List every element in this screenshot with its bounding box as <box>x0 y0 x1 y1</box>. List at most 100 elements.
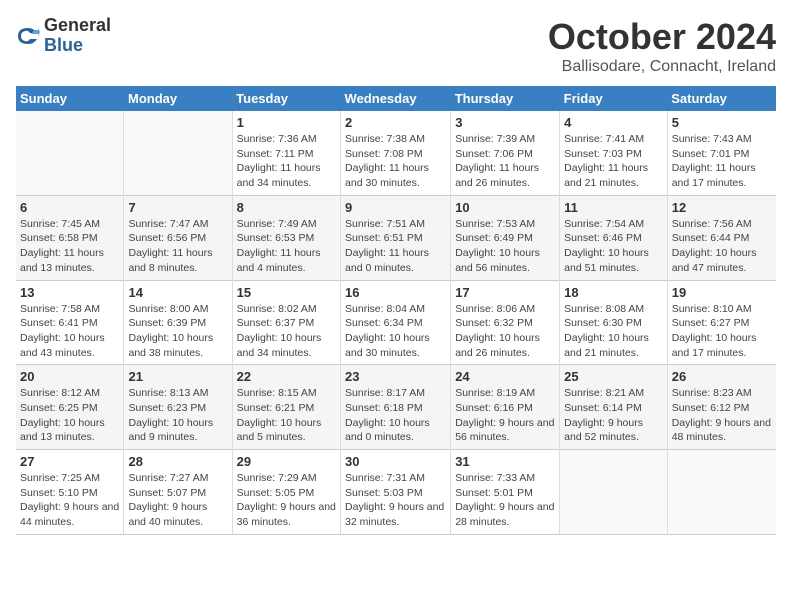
day-info: Sunrise: 7:58 AM Sunset: 6:41 PM Dayligh… <box>20 302 119 361</box>
day-number: 2 <box>345 115 446 130</box>
day-cell: 14 Sunrise: 8:00 AM Sunset: 6:39 PM Dayli… <box>124 280 232 365</box>
day-cell: 26 Sunrise: 8:23 AM Sunset: 6:12 PM Dayli… <box>667 365 776 450</box>
day-cell: 19Sunrise: 8:10 AM Sunset: 6:27 PM Dayli… <box>667 280 776 365</box>
day-number: 6 <box>20 200 119 215</box>
day-number: 8 <box>237 200 336 215</box>
day-info: Sunrise: 8:15 AM Sunset: 6:21 PM Dayligh… <box>237 386 336 445</box>
day-number: 17 <box>455 285 555 300</box>
day-info: Sunrise: 7:31 AM Sunset: 5:03 PM Dayligh… <box>345 471 446 530</box>
day-cell <box>560 450 668 535</box>
day-number: 30 <box>345 454 446 469</box>
day-number: 22 <box>237 369 336 384</box>
day-number: 16 <box>345 285 446 300</box>
day-cell: 11 Sunrise: 7:54 AM Sunset: 6:46 PM Dayli… <box>560 195 668 280</box>
day-number: 9 <box>345 200 446 215</box>
day-number: 1 <box>237 115 336 130</box>
day-cell: 6 Sunrise: 7:45 AM Sunset: 6:58 PM Daylig… <box>16 195 124 280</box>
day-number: 23 <box>345 369 446 384</box>
day-number: 11 <box>564 200 663 215</box>
month-title: October 2024 <box>548 16 776 58</box>
day-info: Sunrise: 7:38 AM Sunset: 7:08 PM Dayligh… <box>345 132 446 191</box>
day-info: Sunrise: 8:21 AM Sunset: 6:14 PM Dayligh… <box>564 386 663 445</box>
day-info: Sunrise: 7:36 AM Sunset: 7:11 PM Dayligh… <box>237 132 336 191</box>
day-number: 4 <box>564 115 663 130</box>
day-number: 21 <box>128 369 227 384</box>
week-row-1: 6 Sunrise: 7:45 AM Sunset: 6:58 PM Daylig… <box>16 195 776 280</box>
logo-icon <box>16 24 40 48</box>
header-cell-wednesday: Wednesday <box>341 86 451 111</box>
week-row-3: 20Sunrise: 8:12 AM Sunset: 6:25 PM Dayli… <box>16 365 776 450</box>
day-info: Sunrise: 7:49 AM Sunset: 6:53 PM Dayligh… <box>237 217 336 276</box>
day-cell: 9 Sunrise: 7:51 AM Sunset: 6:51 PM Daylig… <box>341 195 451 280</box>
day-number: 14 <box>128 285 227 300</box>
day-number: 26 <box>672 369 772 384</box>
day-info: Sunrise: 8:19 AM Sunset: 6:16 PM Dayligh… <box>455 386 555 445</box>
day-cell: 7Sunrise: 7:47 AM Sunset: 6:56 PM Daylig… <box>124 195 232 280</box>
day-info: Sunrise: 7:41 AM Sunset: 7:03 PM Dayligh… <box>564 132 663 191</box>
day-cell: 12 Sunrise: 7:56 AM Sunset: 6:44 PM Dayli… <box>667 195 776 280</box>
day-cell: 13 Sunrise: 7:58 AM Sunset: 6:41 PM Dayli… <box>16 280 124 365</box>
header-cell-saturday: Saturday <box>667 86 776 111</box>
logo-text: General Blue <box>44 16 111 56</box>
day-cell: 24 Sunrise: 8:19 AM Sunset: 6:16 PM Dayli… <box>451 365 560 450</box>
logo: General Blue <box>16 16 111 56</box>
day-cell: 1 Sunrise: 7:36 AM Sunset: 7:11 PM Daylig… <box>232 111 340 195</box>
day-cell: 15Sunrise: 8:02 AM Sunset: 6:37 PM Dayli… <box>232 280 340 365</box>
logo-blue: Blue <box>44 36 111 56</box>
day-cell: 3 Sunrise: 7:39 AM Sunset: 7:06 PM Daylig… <box>451 111 560 195</box>
page-header: General Blue October 2024 Ballisodare, C… <box>16 16 776 76</box>
header-cell-thursday: Thursday <box>451 86 560 111</box>
day-cell: 25Sunrise: 8:21 AM Sunset: 6:14 PM Dayli… <box>560 365 668 450</box>
day-info: Sunrise: 7:27 AM Sunset: 5:07 PM Dayligh… <box>128 471 227 530</box>
calendar-header: SundayMondayTuesdayWednesdayThursdayFrid… <box>16 86 776 111</box>
day-info: Sunrise: 7:51 AM Sunset: 6:51 PM Dayligh… <box>345 217 446 276</box>
week-row-4: 27 Sunrise: 7:25 AM Sunset: 5:10 PM Dayli… <box>16 450 776 535</box>
day-number: 18 <box>564 285 663 300</box>
day-info: Sunrise: 7:45 AM Sunset: 6:58 PM Dayligh… <box>20 217 119 276</box>
day-info: Sunrise: 8:13 AM Sunset: 6:23 PM Dayligh… <box>128 386 227 445</box>
day-info: Sunrise: 8:23 AM Sunset: 6:12 PM Dayligh… <box>672 386 772 445</box>
header-cell-friday: Friday <box>560 86 668 111</box>
day-number: 13 <box>20 285 119 300</box>
day-cell: 18 Sunrise: 8:08 AM Sunset: 6:30 PM Dayli… <box>560 280 668 365</box>
week-row-0: 1 Sunrise: 7:36 AM Sunset: 7:11 PM Daylig… <box>16 111 776 195</box>
day-info: Sunrise: 7:53 AM Sunset: 6:49 PM Dayligh… <box>455 217 555 276</box>
day-cell <box>667 450 776 535</box>
day-info: Sunrise: 7:43 AM Sunset: 7:01 PM Dayligh… <box>672 132 772 191</box>
day-number: 19 <box>672 285 772 300</box>
day-cell: 2 Sunrise: 7:38 AM Sunset: 7:08 PM Daylig… <box>341 111 451 195</box>
day-info: Sunrise: 8:04 AM Sunset: 6:34 PM Dayligh… <box>345 302 446 361</box>
day-number: 28 <box>128 454 227 469</box>
day-cell: 23Sunrise: 8:17 AM Sunset: 6:18 PM Dayli… <box>341 365 451 450</box>
calendar-table: SundayMondayTuesdayWednesdayThursdayFrid… <box>16 86 776 535</box>
day-info: Sunrise: 8:08 AM Sunset: 6:30 PM Dayligh… <box>564 302 663 361</box>
day-number: 12 <box>672 200 772 215</box>
day-number: 3 <box>455 115 555 130</box>
day-cell: 17 Sunrise: 8:06 AM Sunset: 6:32 PM Dayli… <box>451 280 560 365</box>
day-number: 20 <box>20 369 119 384</box>
day-info: Sunrise: 7:56 AM Sunset: 6:44 PM Dayligh… <box>672 217 772 276</box>
day-number: 24 <box>455 369 555 384</box>
header-cell-sunday: Sunday <box>16 86 124 111</box>
header-row: SundayMondayTuesdayWednesdayThursdayFrid… <box>16 86 776 111</box>
day-cell: 31Sunrise: 7:33 AM Sunset: 5:01 PM Dayli… <box>451 450 560 535</box>
day-info: Sunrise: 8:00 AM Sunset: 6:39 PM Dayligh… <box>128 302 227 361</box>
location-subtitle: Ballisodare, Connacht, Ireland <box>548 58 776 76</box>
day-cell: 20Sunrise: 8:12 AM Sunset: 6:25 PM Dayli… <box>16 365 124 450</box>
day-cell <box>124 111 232 195</box>
day-number: 15 <box>237 285 336 300</box>
day-number: 27 <box>20 454 119 469</box>
day-cell: 10Sunrise: 7:53 AM Sunset: 6:49 PM Dayli… <box>451 195 560 280</box>
logo-general: General <box>44 16 111 36</box>
day-cell: 21 Sunrise: 8:13 AM Sunset: 6:23 PM Dayli… <box>124 365 232 450</box>
day-info: Sunrise: 7:25 AM Sunset: 5:10 PM Dayligh… <box>20 471 119 530</box>
title-block: October 2024 Ballisodare, Connacht, Irel… <box>548 16 776 76</box>
day-number: 5 <box>672 115 772 130</box>
week-row-2: 13 Sunrise: 7:58 AM Sunset: 6:41 PM Dayli… <box>16 280 776 365</box>
day-info: Sunrise: 8:06 AM Sunset: 6:32 PM Dayligh… <box>455 302 555 361</box>
day-cell: 28 Sunrise: 7:27 AM Sunset: 5:07 PM Dayli… <box>124 450 232 535</box>
day-info: Sunrise: 7:39 AM Sunset: 7:06 PM Dayligh… <box>455 132 555 191</box>
day-cell: 29Sunrise: 7:29 AM Sunset: 5:05 PM Dayli… <box>232 450 340 535</box>
day-info: Sunrise: 7:54 AM Sunset: 6:46 PM Dayligh… <box>564 217 663 276</box>
day-info: Sunrise: 7:29 AM Sunset: 5:05 PM Dayligh… <box>237 471 336 530</box>
